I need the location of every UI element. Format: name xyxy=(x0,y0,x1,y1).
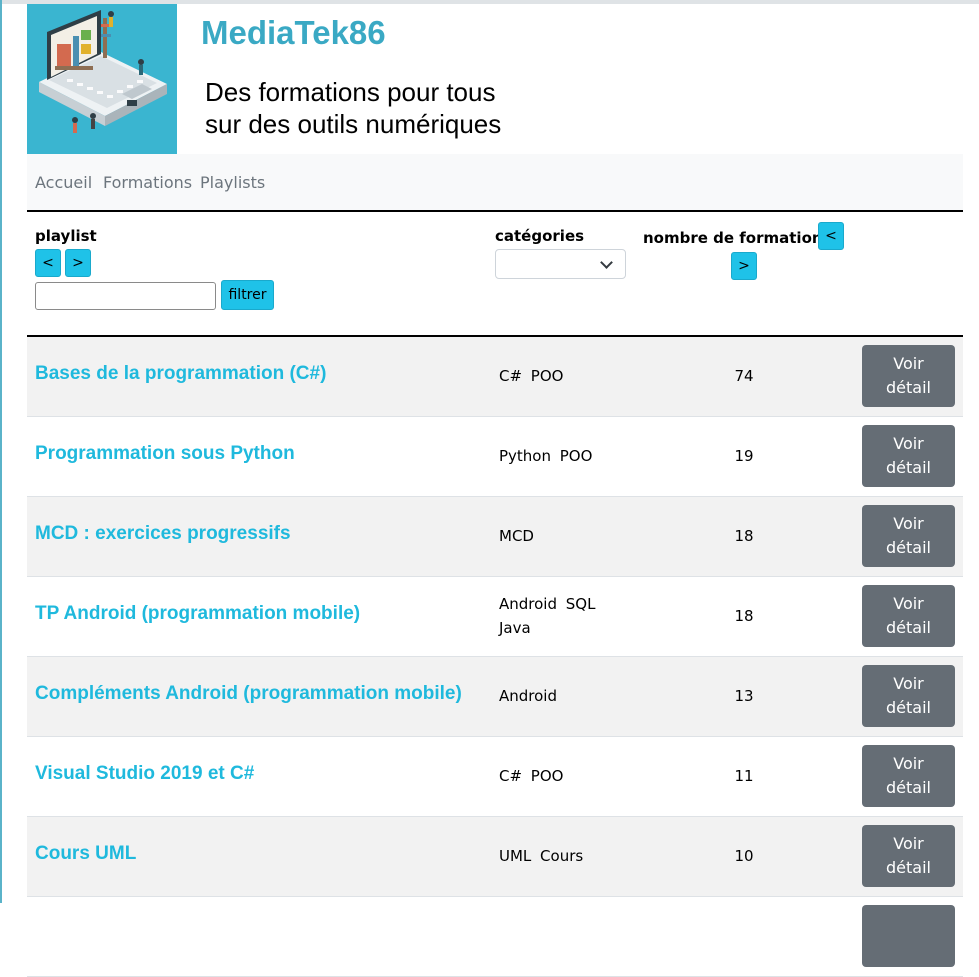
page-container: MediaTek86 Des formations pour tous sur … xyxy=(27,4,963,977)
playlist-formation-count: 18 xyxy=(734,527,754,545)
playlist-title-link[interactable]: Cours UML xyxy=(35,843,136,865)
view-detail-button[interactable]: Voir détail xyxy=(862,585,955,647)
playlist-formation-count: 18 xyxy=(734,607,754,625)
nav-link-formations[interactable]: Formations xyxy=(103,173,192,192)
table-row: Visual Studio 2019 et C# C# POO 11 Voir d… xyxy=(27,737,963,817)
view-detail-button[interactable]: Voir détail xyxy=(862,425,955,487)
table-row: Compléments Android (programmation mobil… xyxy=(27,657,963,737)
nav-link-accueil[interactable]: Accueil xyxy=(35,173,92,192)
playlist-title-link[interactable]: MCD : exercices progressifs xyxy=(35,523,291,545)
playlist-categories: UML Cours xyxy=(499,847,584,865)
table-row: Bases de la programmation (C#) C# POO 74… xyxy=(27,337,963,417)
playlist-formation-count: 11 xyxy=(734,767,754,785)
view-detail-button[interactable]: Voir détail xyxy=(862,505,955,567)
sort-playlist-asc-button[interactable]: < xyxy=(35,249,61,277)
table-row: Cours UML UML Cours 10 Voir détail xyxy=(27,817,963,897)
playlist-table-body: Bases de la programmation (C#) C# POO 74… xyxy=(27,337,963,977)
playlist-title-link[interactable]: Programmation sous Python xyxy=(35,443,295,465)
playlist-filter-input[interactable] xyxy=(35,282,216,310)
playlist-title-link[interactable]: Visual Studio 2019 et C# xyxy=(35,763,254,785)
window-left-border xyxy=(0,0,2,903)
table-header: playlist < > filtrer catégories nombre d… xyxy=(27,212,963,337)
playlist-formation-count: 19 xyxy=(734,447,754,465)
main-nav: Accueil Formations Playlists xyxy=(27,154,963,212)
site-tagline: Des formations pour tous sur des outils … xyxy=(205,76,501,140)
view-detail-button[interactable]: Voir détail xyxy=(862,345,955,407)
playlist-categories: C# POO xyxy=(499,767,564,785)
view-detail-button[interactable]: Voir détail xyxy=(862,825,955,887)
table-row: TP Android (programmation mobile) Androi… xyxy=(27,577,963,657)
table-row: Programmation sous Python Python POO 19 … xyxy=(27,417,963,497)
table-row: MCD : exercices progressifs MCD 18 Voir d… xyxy=(27,497,963,577)
site-logo xyxy=(27,4,177,154)
column-header-playlist: playlist xyxy=(35,227,97,245)
playlist-formation-count: 13 xyxy=(734,687,754,705)
view-detail-button[interactable] xyxy=(862,905,955,967)
chevron-down-icon xyxy=(600,256,613,269)
playlist-categories: Android xyxy=(499,687,557,705)
view-detail-button[interactable]: Voir détail xyxy=(862,745,955,807)
playlist-title-link[interactable]: Bases de la programmation (C#) xyxy=(35,363,326,385)
tagline-line-2: sur des outils numériques xyxy=(205,109,502,139)
sort-playlist-desc-button[interactable]: > xyxy=(65,249,91,277)
site-title: MediaTek86 xyxy=(201,14,386,51)
nav-link-playlists[interactable]: Playlists xyxy=(200,173,265,192)
playlist-categories: Python POO xyxy=(499,447,593,465)
filter-button[interactable]: filtrer xyxy=(221,280,274,310)
view-detail-button[interactable]: Voir détail xyxy=(862,665,955,727)
table-row xyxy=(27,897,963,977)
playlist-formation-count: 10 xyxy=(734,847,754,865)
playlist-categories: MCD xyxy=(499,527,534,545)
playlist-title-link[interactable]: Compléments Android (programmation mobil… xyxy=(35,683,462,705)
playlist-formation-count: 74 xyxy=(734,367,754,385)
sort-count-asc-button[interactable]: < xyxy=(818,222,844,250)
sort-count-desc-button[interactable]: > xyxy=(731,252,757,280)
column-header-count: nombre de formations xyxy=(643,229,832,247)
site-header: MediaTek86 Des formations pour tous sur … xyxy=(27,4,963,154)
playlist-categories: C# POO xyxy=(499,367,564,385)
column-header-categories: catégories xyxy=(495,227,585,245)
categories-select[interactable] xyxy=(495,249,626,279)
playlist-categories: Android SQL Java xyxy=(499,595,596,637)
playlist-title-link[interactable]: TP Android (programmation mobile) xyxy=(35,603,360,625)
tagline-line-1: Des formations pour tous xyxy=(205,77,496,107)
